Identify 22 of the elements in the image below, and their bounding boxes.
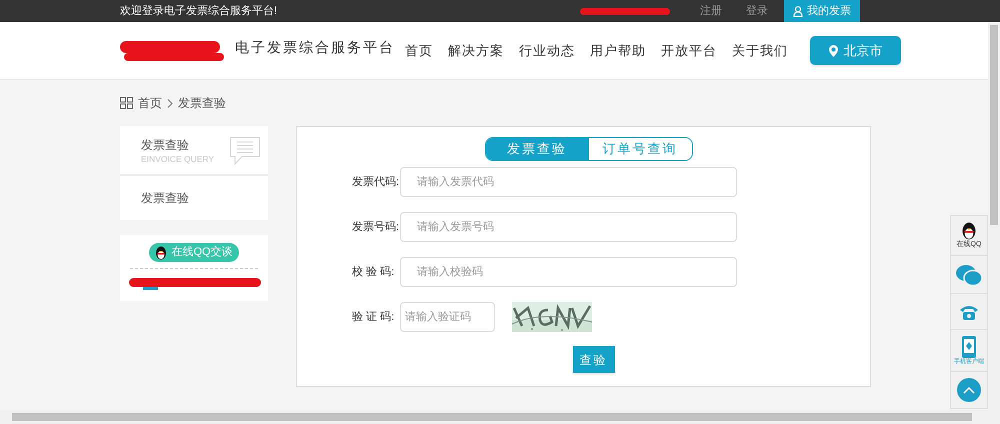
input-field[interactable]: 请输入发票号码 xyxy=(400,212,737,242)
nav-link[interactable]: 行业动态 xyxy=(519,40,575,60)
input-field[interactable]: 请输入校验码 xyxy=(400,257,737,287)
breadcrumb-link[interactable]: 首页 xyxy=(138,94,162,112)
top-link[interactable]: 登录 xyxy=(746,2,768,20)
field-label: 校 验 码: xyxy=(352,264,396,280)
top-link[interactable]: 注册 xyxy=(700,2,722,20)
field-label: 验 证 码: xyxy=(352,310,396,325)
field-label: 发票号码: xyxy=(352,220,400,235)
breadcrumb-link[interactable]: 发票查验 xyxy=(178,94,226,112)
field-label: 发票代码: xyxy=(352,174,400,190)
input-field[interactable]: 请输入验证码 xyxy=(400,302,495,332)
nav-link[interactable]: 首页 xyxy=(405,40,433,60)
nav-link[interactable]: 解决方案 xyxy=(448,40,504,60)
input-field[interactable]: 请输入发票代码 xyxy=(400,167,737,197)
site-title: 电子发票综合服务平台 xyxy=(235,38,395,57)
sidebar-title: 发票查验 xyxy=(141,137,190,154)
sidebar-item[interactable]: 发票查验 xyxy=(120,176,268,220)
nav-link[interactable]: 开放平台 xyxy=(661,40,717,60)
nav-link[interactable]: 用户帮助 xyxy=(590,40,646,60)
welcome-text: 欢迎登录电子发票综合服务平台! xyxy=(120,4,278,19)
nav-link[interactable]: 关于我们 xyxy=(732,40,788,60)
